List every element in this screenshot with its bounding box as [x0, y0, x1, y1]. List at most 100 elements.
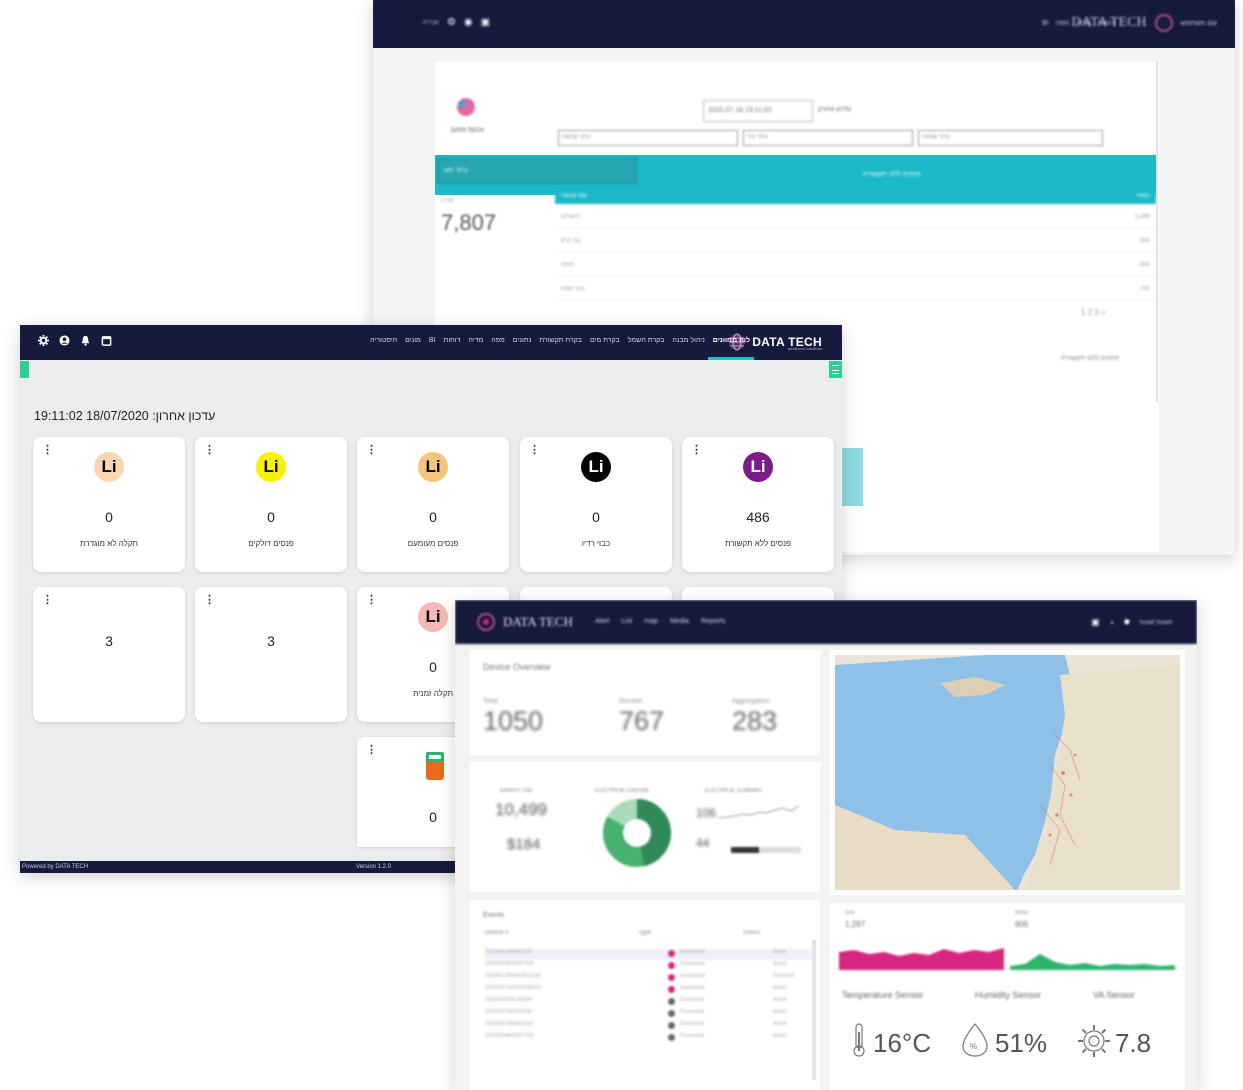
event-status: Active: [773, 1009, 787, 1015]
bell-icon[interactable]: [80, 335, 91, 346]
back-user-icon[interactable]: ◉: [464, 17, 473, 28]
row-count: 900: [1139, 238, 1150, 244]
user-icon[interactable]: [59, 335, 70, 346]
back-user-text[interactable]: שם משתמש: [1181, 20, 1217, 27]
front-nav-media[interactable]: Media: [670, 618, 689, 625]
right-sidebar-toggle[interactable]: [829, 361, 842, 378]
back-pagination[interactable]: 1 2 3 >: [1081, 308, 1106, 317]
menu-item-media[interactable]: מדיה: [468, 337, 483, 344]
status-card-count[interactable]: ⋮ 3: [195, 587, 347, 722]
table-row[interactable]: ירושלים 1,400: [555, 206, 1156, 228]
table-row[interactable]: 193500048493927HN Anomalous Active: [485, 961, 815, 972]
card-menu-icon[interactable]: ⋮: [366, 593, 377, 606]
mini-chart-value-2: 905: [1015, 920, 1029, 929]
status-card-lit[interactable]: ⋮ Li 0 פנסים דולקים: [195, 437, 347, 572]
table-row[interactable]: באר שבע 700: [555, 278, 1156, 300]
menu-item-water[interactable]: בקרת מים: [590, 337, 620, 344]
back-th-count[interactable]: כמות: [1137, 193, 1150, 199]
back-filter-neighborhood[interactable]: בחר שכונה: [918, 130, 1103, 146]
events-col-status[interactable]: Status: [743, 930, 760, 936]
region-map[interactable]: [835, 655, 1180, 890]
card-menu-icon[interactable]: ⋮: [691, 443, 702, 456]
front-gear-icon[interactable]: ✹: [1123, 617, 1131, 628]
map-panel[interactable]: [830, 650, 1185, 895]
table-row[interactable]: 19354019763748343 Processed Active: [485, 997, 815, 1008]
front-nav-reports[interactable]: Reports: [701, 618, 726, 625]
card-value: 0: [105, 509, 113, 525]
back-calendar-icon[interactable]: ▣: [481, 17, 490, 28]
stat-value-aggregation: 283: [732, 706, 778, 736]
back-panel-logo-text: DATA TECH: [451, 128, 484, 134]
event-dot-icon: [668, 974, 675, 981]
front-nav-list[interactable]: List: [621, 618, 632, 625]
menu-item-communication[interactable]: בקרת תקשורת: [539, 337, 582, 344]
front-calendar-icon[interactable]: ▣: [1091, 617, 1100, 628]
events-col-device[interactable]: Device #: [485, 930, 508, 936]
card-menu-icon[interactable]: ⋮: [366, 443, 377, 456]
status-card-no-communication[interactable]: ⋮ Li 486 פנסים ללא תקשורת: [682, 437, 834, 572]
menu-item-bi[interactable]: BI: [429, 337, 436, 344]
table-row[interactable]: חיפה 800: [555, 254, 1156, 276]
back-date-field[interactable]: 2020.07.18 19:11:02: [703, 100, 813, 122]
menu-item-data[interactable]: נתונים: [513, 337, 532, 344]
back-th-name[interactable]: שם קבוצה: [561, 193, 587, 199]
back-total-label: סה"כ: [441, 198, 454, 204]
table-row[interactable]: 193500048493927HN Processed Active: [485, 1033, 815, 1044]
back-nav-item[interactable]: BI: [1042, 20, 1049, 27]
card-menu-icon[interactable]: ⋮: [366, 743, 377, 756]
status-card-dimmed[interactable]: ⋮ Li 0 פנסים מעומעם: [357, 437, 509, 572]
front-nav-map[interactable]: map: [644, 618, 658, 625]
event-type: Anomalous: [680, 973, 706, 979]
energy-use-value: 10,499: [495, 800, 547, 819]
card-menu-icon[interactable]: ⋮: [204, 593, 215, 606]
table-row[interactable]: 19264001483482318 Anomalous Active: [485, 949, 815, 960]
menu-item-map[interactable]: מפה: [491, 337, 505, 344]
table-row[interactable]: 19354017161046338018 Anomalous Active: [485, 985, 815, 996]
menu-item-meters[interactable]: מונים: [405, 337, 421, 344]
front-user-text[interactable]: Israel Israeli: [1140, 620, 1172, 626]
back-gear-icon[interactable]: ⚙: [447, 17, 456, 28]
front-nav-alert[interactable]: Alert: [595, 618, 609, 625]
row-name: באר שבע: [561, 286, 585, 292]
summary-bar: [731, 847, 801, 853]
table-row[interactable]: 19354017961047939 Processed Active: [485, 1009, 815, 1020]
menu-item-dashboard[interactable]: לוח מחוונים: [713, 337, 750, 344]
main-brand-subtitle: advanced solutions: [787, 346, 822, 351]
event-status: Active: [773, 1021, 787, 1027]
back-filter-city[interactable]: בחר עיר: [743, 130, 913, 146]
menu-item-history[interactable]: היסטוריה: [370, 337, 397, 344]
status-card-count[interactable]: ⋮ 3: [33, 587, 185, 722]
row-count: 700: [1139, 286, 1150, 292]
status-card-radio-off[interactable]: ⋮ Li 0 כבוי רדיו: [520, 437, 672, 572]
menu-item-electricity[interactable]: בקרת חשמל: [628, 337, 665, 344]
card-menu-icon[interactable]: ⋮: [529, 443, 540, 456]
table-row[interactable]: 19264001483482318 Processed Active: [485, 1021, 815, 1032]
iot-dashboard-window: DATA TECH Alert List map Media Reports ▣…: [455, 600, 1197, 1090]
temperature-sensor-label: Temperature Sensor: [842, 990, 924, 1000]
card-menu-icon[interactable]: ⋮: [42, 593, 53, 606]
left-sidebar-toggle[interactable]: [20, 361, 29, 378]
event-device: 19264001483482318: [485, 949, 533, 955]
event-type: Anomalous: [680, 961, 706, 967]
menu-item-structure[interactable]: ניהול מבנה: [672, 337, 704, 344]
table-row[interactable]: בני ברק 900: [555, 230, 1156, 252]
gear-icon[interactable]: [38, 335, 49, 346]
event-dot-icon: [668, 998, 675, 1005]
back-nav-item[interactable]: מדיה: [1076, 20, 1091, 27]
card-menu-icon[interactable]: ⋮: [42, 443, 53, 456]
stat-label-total: Total: [483, 698, 498, 705]
events-col-type[interactable]: Type: [638, 930, 651, 936]
card-label: פנסים ללא תקשורת: [724, 539, 791, 548]
events-scrollbar[interactable]: [812, 940, 816, 1080]
back-nav-item[interactable]: דוחות: [1098, 20, 1115, 27]
calendar-icon[interactable]: [101, 335, 112, 346]
menu-item-reports[interactable]: דוחות: [444, 337, 461, 344]
table-row[interactable]: 19435017806463621233 Anomalous Resolved: [485, 973, 815, 984]
card-menu-icon[interactable]: ⋮: [204, 443, 215, 456]
back-filter-group[interactable]: בחר קבוצה: [558, 130, 738, 146]
status-card-undefined-fault[interactable]: ⋮ Li 0 תקלה לא מוגדרת: [33, 437, 185, 572]
front-bell-icon[interactable]: ◔: [1109, 618, 1114, 628]
event-status: Resolved: [773, 973, 794, 979]
back-type-select[interactable]: בחר סוג: [437, 158, 637, 184]
back-nav-item[interactable]: מפה: [1056, 20, 1070, 27]
